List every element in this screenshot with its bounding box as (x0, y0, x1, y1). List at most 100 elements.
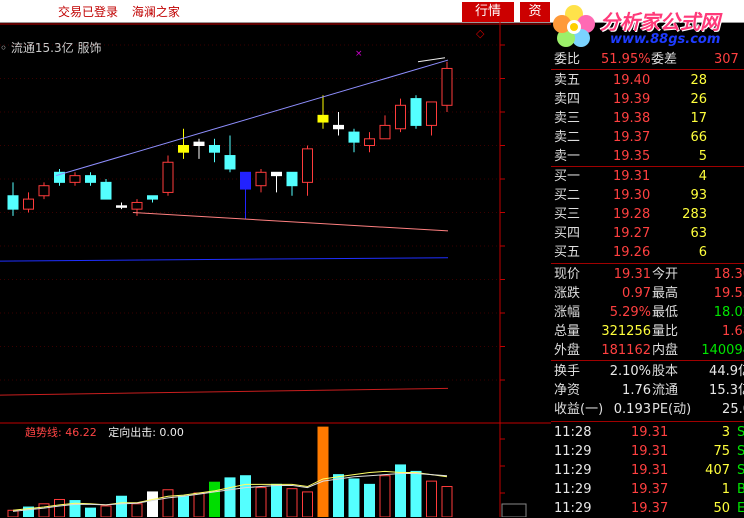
sell-level-label: 卖四 (554, 92, 581, 107)
candle-body (426, 101, 437, 126)
tick-price: 19.31 (631, 463, 669, 478)
red-trend-line (0, 387, 449, 396)
quote-divider (551, 69, 744, 70)
stat-label: 现价 (554, 267, 581, 282)
indicator-label: 趋势线: 46.22 定向出击: 0.00 (25, 424, 184, 440)
volume-bar (255, 487, 267, 517)
candle-body (209, 145, 220, 153)
candle-body (224, 155, 236, 170)
candle-body (395, 104, 406, 130)
candle-body (116, 205, 127, 208)
stat-label: 涨幅 (554, 305, 581, 320)
fundamental-label: 收益(一) (554, 402, 604, 417)
sell-price: 19.35 (613, 149, 651, 164)
tick-direction: S (737, 463, 744, 478)
volume-bar (162, 489, 174, 517)
blue-trend-line (0, 257, 449, 262)
chart-area[interactable]: ×◇ (0, 22, 551, 517)
volume-bar (193, 492, 205, 517)
volume-bar (224, 477, 236, 517)
sell-level-label: 卖二 (554, 130, 581, 145)
candle-body (271, 171, 282, 177)
high-annotation-arrow (417, 57, 446, 63)
volume-bar (116, 495, 127, 517)
stat-value: 321256 (601, 324, 651, 339)
tick-volume: 3 (721, 425, 730, 440)
quote-divider (551, 421, 744, 422)
fundamental-value: 0.193 (613, 402, 651, 417)
stat-label-2: 内盘 (652, 343, 679, 358)
sell-level-row: 卖一 19.35 5 (551, 147, 744, 166)
candle-body (379, 124, 391, 140)
tab-info[interactable]: 资 (520, 2, 550, 22)
sell-level-row: 卖三 19.38 17 (551, 109, 744, 128)
volume-bar (271, 483, 282, 517)
candle-body (410, 98, 422, 126)
candle-body (302, 148, 313, 183)
fundamental-value-2: 44.9亿 (709, 364, 744, 379)
tick-volume: 407 (705, 463, 730, 478)
sell-level-row: 卖四 19.39 26 (551, 90, 744, 109)
trade-tick-row: 11:29 19.31 407 S (551, 461, 744, 480)
fundamental-label: 净资 (554, 383, 581, 398)
tick-price: 19.37 (631, 482, 669, 497)
tick-volume: 1 (721, 482, 730, 497)
flower-logo-icon (553, 5, 595, 47)
fundamental-value: 1.76 (622, 383, 651, 398)
stat-value-2: 140094 (701, 343, 744, 358)
stat-value-2: 18.30 (713, 267, 744, 282)
tick-direction: S (737, 425, 744, 440)
stat-value-2: 19.55 (713, 286, 744, 301)
volume-bar (286, 488, 298, 517)
fundamental-row: 收益(一) 0.193PE(动) 25.0 (551, 400, 744, 419)
marker-x: × (355, 49, 363, 59)
candle-body (85, 175, 96, 183)
stat-label: 涨跌 (554, 286, 581, 301)
volume-bar (100, 505, 112, 517)
sell-volume: 66 (690, 130, 707, 145)
stat-label: 总量 (554, 324, 581, 339)
fundamental-label-2: PE(动) (652, 402, 692, 417)
logo-title: 分析家公式网 (600, 10, 720, 34)
stock-name-link[interactable]: 海澜之家 (132, 5, 180, 19)
fundamental-label-2: 股本 (652, 364, 679, 379)
sell-price: 19.39 (613, 92, 651, 107)
volume-bar (54, 498, 65, 517)
tick-time: 11:29 (554, 463, 592, 478)
buy-volume: 283 (682, 207, 707, 222)
buy-volume: 63 (690, 226, 707, 241)
fundamental-row: 换手 2.10%股本 44.9亿 (551, 362, 744, 381)
tick-time: 11:29 (554, 482, 592, 497)
fundamental-row: 净资 1.76流通 15.3亿 (551, 381, 744, 400)
login-status-link[interactable]: 交易已登录 (58, 5, 118, 19)
candle-body (255, 171, 267, 187)
candle-body (193, 141, 205, 147)
stat-row: 外盘 181162内盘 140094 (551, 341, 744, 360)
quote-divider (551, 360, 744, 361)
candle-body (364, 138, 375, 147)
fundamental-label-2: 流通 (652, 383, 679, 398)
candle-body (131, 201, 143, 210)
stat-value: 0.97 (622, 286, 651, 301)
upper-trend-line (55, 59, 449, 177)
volume-bar (178, 495, 189, 517)
candle-body (7, 195, 19, 210)
candle-body (162, 161, 174, 193)
stat-value: 19.31 (613, 267, 651, 282)
stat-label-2: 最低 (652, 305, 679, 320)
stat-label-2: 今开 (652, 267, 679, 282)
buy-level-row: 买一 19.31 4 (551, 167, 744, 186)
candle-body (38, 185, 50, 197)
logo-url: www.88gs.com (610, 32, 721, 47)
trade-tick-row: 11:29 19.37 1 B (551, 480, 744, 499)
candle-body (178, 145, 189, 153)
sell-volume: 17 (690, 111, 707, 126)
candle-body (333, 124, 344, 130)
sell-price: 19.38 (613, 111, 651, 126)
tab-quote[interactable]: 行情 (462, 2, 514, 22)
quote-divider (551, 263, 744, 264)
fundamental-value-2: 25.0 (722, 402, 744, 417)
tick-time: 11:28 (554, 425, 592, 440)
stat-row: 现价 19.31今开 18.30 (551, 265, 744, 284)
tick-price: 19.31 (631, 444, 669, 459)
